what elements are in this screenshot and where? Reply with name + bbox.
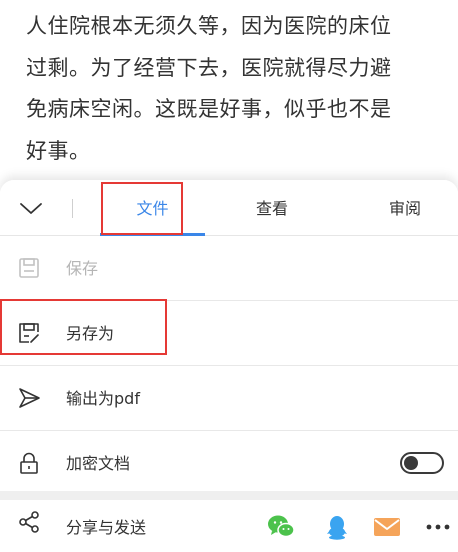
share-label: 分享与发送 (66, 518, 147, 537)
encrypt-toggle[interactable] (400, 452, 444, 474)
tab-divider (72, 199, 73, 218)
send-icon (17, 386, 41, 410)
save-as-icon (17, 321, 41, 345)
encrypt-label: 加密文档 (66, 454, 131, 473)
more-icon[interactable] (424, 513, 454, 541)
qq-icon[interactable] (322, 513, 352, 541)
mail-icon[interactable] (372, 513, 402, 541)
chevron-down-icon[interactable] (18, 198, 44, 218)
file-menu-sheet: 文件 查看 审阅 保存 另存为 输出为pdf 加密文档 分享与发送 (0, 180, 458, 552)
document-line: 好事。 (26, 138, 91, 163)
menu-item-encrypt[interactable]: 加密文档 (0, 431, 458, 491)
wechat-icon[interactable] (266, 513, 296, 541)
save-label: 保存 (66, 259, 99, 278)
lock-icon (17, 451, 41, 475)
share-icon (17, 510, 41, 534)
section-gap (0, 491, 458, 500)
document-line: 人住院根本无须久等，因为医院的床位 (26, 14, 392, 38)
save-as-label: 另存为 (66, 324, 115, 343)
document-text: 人住院根本无须久等，因为医院的床位 过剩。为了经营下去，医院就得尽力避 免病床空… (26, 6, 446, 172)
save-icon (17, 256, 41, 280)
menu-item-save[interactable]: 保存 (0, 236, 458, 301)
toggle-knob (404, 456, 418, 470)
document-line: 过剩。为了经营下去，医院就得尽力避 (26, 55, 392, 80)
export-pdf-label: 输出为pdf (66, 389, 140, 408)
document-line: 免病床空闲。这既是好事，似乎也不是 (26, 97, 392, 121)
tab-view[interactable]: 查看 (222, 180, 322, 236)
tab-review[interactable]: 审阅 (358, 180, 452, 236)
menu-tab-bar: 文件 查看 审阅 (0, 180, 458, 236)
document-view: 人住院根本无须久等，因为医院的床位 过剩。为了经营下去，医院就得尽力避 免病床空… (0, 0, 458, 180)
menu-item-share[interactable]: 分享与发送 (0, 500, 458, 552)
menu-item-export-pdf[interactable]: 输出为pdf (0, 366, 458, 431)
menu-item-save-as[interactable]: 另存为 (0, 301, 458, 366)
tab-file[interactable]: 文件 (100, 180, 205, 236)
